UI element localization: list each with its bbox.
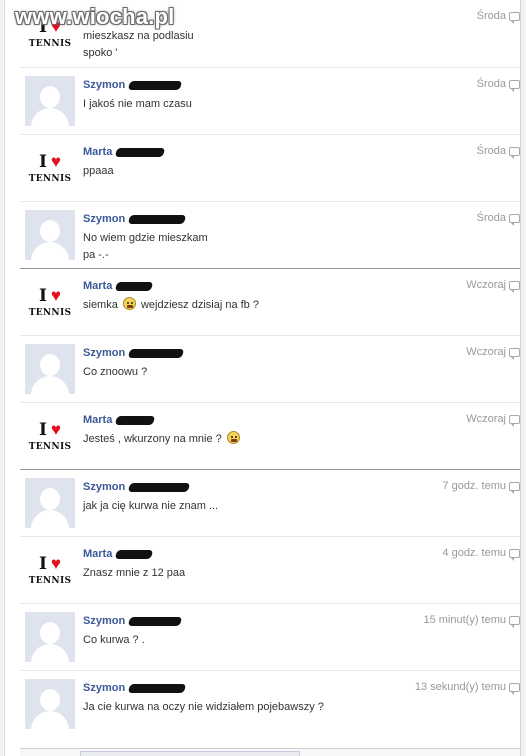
avatar-letter: I bbox=[38, 152, 47, 172]
message-item: Szymon Co kurwa ? . 15 minut(y) temu bbox=[20, 603, 520, 670]
comment-bubble-icon[interactable] bbox=[509, 213, 520, 226]
grin-emoticon-icon bbox=[122, 297, 136, 310]
author-name[interactable]: Szymon bbox=[83, 79, 125, 91]
comment-bubble-icon[interactable] bbox=[509, 347, 520, 360]
timestamp[interactable]: 13 sekund(y) temu bbox=[415, 681, 506, 693]
timestamp[interactable]: Wczoraj bbox=[466, 413, 506, 425]
message-text: No wiem gdzie mieszkam pa -.- bbox=[83, 232, 208, 261]
redaction-scribble bbox=[127, 683, 187, 693]
message-thread-page: www.wiocha.pl I ♥ TENNIS mieszkasz na pod… bbox=[0, 0, 526, 756]
silhouette-icon[interactable] bbox=[25, 76, 75, 126]
timestamp[interactable]: Środa bbox=[477, 78, 506, 90]
comment-bubble-icon[interactable] bbox=[509, 481, 520, 494]
redaction-scribble bbox=[115, 415, 156, 425]
message-text: Jesteś , wkurzony na mnie ? bbox=[83, 431, 463, 448]
author-name[interactable]: Marta bbox=[83, 548, 112, 560]
redaction-scribble bbox=[115, 281, 154, 291]
author-name[interactable]: Szymon bbox=[83, 481, 125, 493]
grin-emoticon-icon bbox=[226, 431, 240, 444]
silhouette-icon[interactable] bbox=[25, 612, 75, 662]
redaction-scribble bbox=[127, 616, 183, 626]
silhouette-icon[interactable] bbox=[25, 344, 75, 394]
message-text: I jakoś nie mam czasu bbox=[83, 98, 192, 110]
silhouette-icon[interactable] bbox=[25, 679, 75, 729]
avatar-caption: TENNIS bbox=[28, 308, 72, 318]
avatar-caption: TENNIS bbox=[28, 39, 72, 49]
comment-bubble-icon[interactable] bbox=[509, 615, 520, 628]
message-text: jak ja cię kurwa nie znam ... bbox=[83, 500, 219, 512]
comment-bubble-icon[interactable] bbox=[509, 414, 520, 427]
timestamp[interactable]: Środa bbox=[477, 145, 506, 157]
avatar[interactable]: I ♥ TENNIS bbox=[25, 143, 75, 193]
comment-bubble-icon[interactable] bbox=[509, 79, 520, 92]
author-name[interactable]: Marta bbox=[83, 414, 112, 426]
message-item: I ♥ TENNIS Marta ppaaa Środa bbox=[20, 134, 520, 201]
message-text: mieszkasz na podlasiu spoko ' bbox=[83, 30, 194, 59]
left-border bbox=[0, 0, 5, 756]
timestamp[interactable]: Środa bbox=[477, 10, 506, 22]
message-item: I ♥ TENNIS Marta Znasz mnie z 12 paa 4 go… bbox=[20, 536, 520, 603]
redaction-scribble bbox=[115, 147, 166, 157]
avatar-letter: I bbox=[38, 286, 47, 306]
comment-bubble-icon[interactable] bbox=[509, 682, 520, 695]
message-text: ppaaa bbox=[83, 165, 114, 177]
comment-bubble-icon[interactable] bbox=[509, 280, 520, 293]
message-text-part: wejdziesz dzisiaj na fb ? bbox=[140, 299, 259, 311]
reply-input[interactable] bbox=[80, 751, 300, 756]
author-name[interactable]: Szymon bbox=[83, 615, 125, 627]
timestamp[interactable]: Środa bbox=[477, 212, 506, 224]
message-text: Znasz mnie z 12 paa bbox=[83, 567, 186, 579]
message-text: Co znoowu ? bbox=[83, 366, 148, 378]
message-item: Szymon No wiem gdzie mieszkam pa -.- Śro… bbox=[20, 201, 520, 268]
message-text: siemka wejdziesz dzisiaj na fb ? bbox=[83, 297, 463, 314]
timestamp[interactable]: 7 godz. temu bbox=[442, 480, 506, 492]
avatar[interactable]: I ♥ TENNIS bbox=[25, 411, 75, 461]
avatar[interactable]: I ♥ TENNIS bbox=[25, 545, 75, 595]
message-item: I ♥ TENNIS Marta siemka wejdziesz dzisiaj… bbox=[20, 268, 520, 335]
author-name[interactable]: Szymon bbox=[83, 347, 125, 359]
redaction-scribble bbox=[127, 348, 185, 358]
message-item: Szymon jak ja cię kurwa nie znam ... 7 g… bbox=[20, 469, 520, 536]
author-name[interactable]: Szymon bbox=[83, 213, 125, 225]
avatar-letter: I bbox=[38, 420, 47, 440]
timestamp[interactable]: 4 godz. temu bbox=[442, 547, 506, 559]
silhouette-icon[interactable] bbox=[25, 478, 75, 528]
heart-icon: ♥ bbox=[50, 420, 62, 439]
author-name[interactable]: Marta bbox=[83, 280, 112, 292]
watermark: www.wiocha.pl bbox=[15, 4, 175, 29]
timestamp[interactable]: 15 minut(y) temu bbox=[423, 614, 506, 626]
message-item: Szymon Ja cie kurwa na oczy nie widziałe… bbox=[20, 670, 520, 737]
redaction-scribble bbox=[127, 482, 191, 492]
comment-bubble-icon[interactable] bbox=[509, 146, 520, 159]
heart-icon: ♥ bbox=[50, 554, 62, 573]
avatar[interactable]: I ♥ TENNIS bbox=[25, 277, 75, 327]
timestamp[interactable]: Wczoraj bbox=[466, 346, 506, 358]
avatar-caption: TENNIS bbox=[28, 576, 72, 586]
message-text: Ja cie kurwa na oczy nie widziałem pojeb… bbox=[83, 701, 324, 713]
redaction-scribble bbox=[127, 214, 187, 224]
message-item: Szymon Co znoowu ? Wczoraj bbox=[20, 335, 520, 402]
reply-bar bbox=[20, 748, 520, 756]
message-item: I ♥ TENNIS Marta Jesteś , wkurzony na mni… bbox=[20, 402, 520, 469]
message-item: Szymon I jakoś nie mam czasu Środa bbox=[20, 67, 520, 134]
heart-icon: ♥ bbox=[50, 286, 62, 305]
avatar-caption: TENNIS bbox=[28, 174, 72, 184]
message-text: Co kurwa ? . bbox=[83, 634, 145, 646]
scrollbar[interactable] bbox=[520, 0, 526, 756]
silhouette-icon[interactable] bbox=[25, 210, 75, 260]
redaction-scribble bbox=[115, 549, 154, 559]
timestamp[interactable]: Wczoraj bbox=[466, 279, 506, 291]
avatar-letter: I bbox=[38, 554, 47, 574]
message-text-part: Jesteś , wkurzony na mnie ? bbox=[83, 433, 222, 445]
redaction-scribble bbox=[127, 80, 183, 90]
comment-bubble-icon[interactable] bbox=[509, 548, 520, 561]
comment-bubble-icon[interactable] bbox=[509, 11, 520, 24]
author-name[interactable]: Marta bbox=[83, 146, 112, 158]
message-text-part: siemka bbox=[83, 299, 118, 311]
heart-icon: ♥ bbox=[50, 152, 62, 171]
message-list: I ♥ TENNIS mieszkasz na podlasiu spoko ' … bbox=[20, 0, 520, 737]
author-name[interactable]: Szymon bbox=[83, 682, 125, 694]
avatar-caption: TENNIS bbox=[28, 442, 72, 452]
